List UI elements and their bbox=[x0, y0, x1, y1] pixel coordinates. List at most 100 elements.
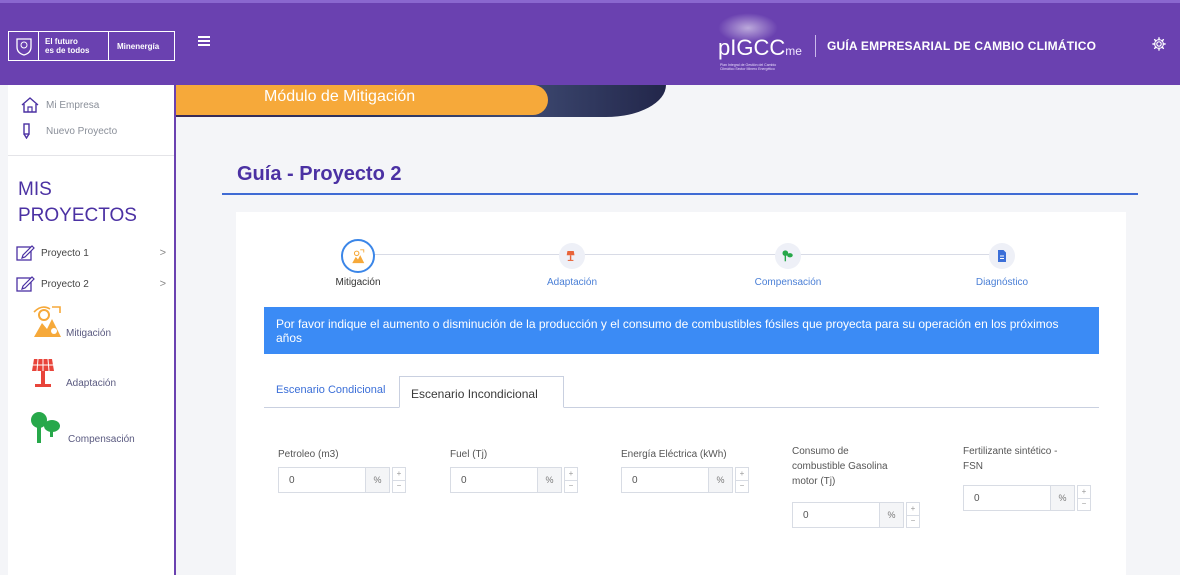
app-title: GUÍA EMPRESARIAL DE CAMBIO CLIMÁTICO bbox=[827, 39, 1097, 53]
brand-suffix: me bbox=[785, 44, 802, 58]
decrement-button[interactable]: − bbox=[1077, 498, 1091, 511]
step-label-compensacion[interactable]: Compensación bbox=[728, 277, 848, 288]
project-label: Proyecto 1 bbox=[41, 247, 89, 259]
percent-addon: % bbox=[366, 467, 390, 493]
gasolina-motor-stepper: % +− bbox=[792, 502, 920, 528]
percent-addon: % bbox=[538, 467, 562, 493]
energia-input-box[interactable] bbox=[621, 467, 709, 493]
increment-button[interactable]: + bbox=[1077, 485, 1091, 499]
petroleo-input-box[interactable] bbox=[278, 467, 366, 493]
edit-icon bbox=[16, 245, 35, 261]
sidebar-subitem-compensacion[interactable]: Compensación bbox=[30, 411, 135, 445]
top-bar: El futuro es de todos Minenergía pIGCCme… bbox=[0, 0, 1180, 85]
title-underline bbox=[222, 193, 1138, 195]
project-label: Proyecto 2 bbox=[41, 278, 89, 290]
label-line: Fertilizante sintético - bbox=[963, 446, 1058, 457]
solar-panel-icon bbox=[566, 251, 575, 261]
label-line: Consumo de bbox=[792, 446, 849, 457]
document-icon bbox=[998, 250, 1006, 262]
module-banner: Módulo de Mitigación bbox=[176, 85, 548, 115]
decrement-button[interactable]: − bbox=[564, 480, 578, 493]
spinner: + − bbox=[735, 467, 749, 493]
spinner: + − bbox=[906, 502, 920, 528]
decrement-button[interactable]: − bbox=[392, 480, 406, 493]
percent-addon: % bbox=[709, 467, 733, 493]
decrement-button[interactable]: − bbox=[906, 515, 920, 528]
solar-panel-icon bbox=[32, 358, 54, 387]
field-label-gasolina-motor: Consumo de combustible Gasolina motor (T… bbox=[792, 444, 888, 489]
fuel-input-box[interactable] bbox=[450, 467, 538, 493]
sidebar-item-label: Mi Empresa bbox=[46, 99, 100, 111]
gasolina-motor-input[interactable] bbox=[803, 509, 858, 521]
mitigation-icon bbox=[33, 306, 61, 337]
chevron-right-icon[interactable]: > bbox=[160, 247, 166, 259]
gear-icon[interactable] bbox=[1152, 37, 1168, 53]
field-label-fuel: Fuel (Tj) bbox=[450, 449, 488, 460]
brand-tagline: Plan Integral de Gestión del Cambio Clim… bbox=[720, 63, 777, 71]
step-mitigacion-button[interactable] bbox=[341, 239, 375, 273]
gasolina-input-box[interactable] bbox=[792, 502, 880, 528]
sidebar-divider bbox=[8, 155, 174, 156]
ministry-name: Minenergía bbox=[117, 41, 160, 51]
section-title-line-1: MIS bbox=[18, 179, 52, 200]
stepper-line bbox=[358, 254, 1006, 255]
futuro-slogan: El futuro es de todos bbox=[39, 32, 109, 60]
step-adaptacion-button[interactable] bbox=[559, 243, 585, 269]
energia-electrica-stepper: % +− bbox=[621, 467, 749, 493]
increment-button[interactable]: + bbox=[735, 467, 749, 481]
step-compensacion-button[interactable] bbox=[775, 243, 801, 269]
label-line: FSN bbox=[963, 461, 983, 472]
fuel-input[interactable] bbox=[461, 474, 516, 486]
sidebar-subitem-mitigacion[interactable]: Mitigación bbox=[30, 303, 111, 339]
subitem-label: Mitigación bbox=[66, 328, 112, 339]
government-logo[interactable]: El futuro es de todos Minenergía bbox=[8, 31, 175, 61]
petroleo-stepper: % +− bbox=[278, 467, 406, 493]
sidebar: Mi Empresa Nuevo Proyecto MIS PROYECTOS … bbox=[8, 85, 176, 575]
sidebar-item-proyecto-1[interactable]: Proyecto 1 > bbox=[16, 245, 166, 261]
subitem-label: Adaptación bbox=[66, 378, 117, 389]
sidebar-subitem-adaptacion[interactable]: Adaptación bbox=[30, 357, 116, 389]
increment-button[interactable]: + bbox=[906, 502, 920, 516]
trees-icon bbox=[31, 412, 60, 443]
percent-addon: % bbox=[880, 502, 904, 528]
energia-electrica-input[interactable] bbox=[632, 474, 687, 486]
tab-escenario-incondicional[interactable]: Escenario Incondicional bbox=[399, 376, 564, 408]
tabs-underline bbox=[264, 407, 1099, 408]
fuel-stepper: % +− bbox=[450, 467, 578, 493]
pencil-icon bbox=[23, 123, 30, 139]
edit-icon bbox=[16, 276, 35, 292]
pigcc-logo: pIGCCme Plan Integral de Gestión del Cam… bbox=[700, 13, 810, 83]
step-label-adaptacion[interactable]: Adaptación bbox=[512, 277, 632, 288]
chevron-right-icon[interactable]: > bbox=[160, 278, 166, 290]
coat-of-arms-icon bbox=[9, 32, 39, 60]
fertilizante-stepper: % +− bbox=[963, 485, 1091, 511]
decrement-button[interactable]: − bbox=[735, 480, 749, 493]
header-divider bbox=[815, 35, 816, 57]
tab-escenario-condicional[interactable]: Escenario Condicional bbox=[276, 384, 385, 396]
sidebar-item-mi-empresa[interactable]: Mi Empresa bbox=[20, 97, 99, 113]
menu-toggle-icon[interactable] bbox=[198, 36, 210, 46]
step-label-diagnostico[interactable]: Diagnóstico bbox=[942, 277, 1062, 288]
label-line: combustible Gasolina bbox=[792, 461, 888, 472]
trees-icon bbox=[782, 250, 793, 262]
fertilizante-input[interactable] bbox=[974, 492, 1029, 504]
spinner: + − bbox=[1077, 485, 1091, 511]
petroleo-input[interactable] bbox=[289, 474, 344, 486]
info-message: Por favor indique el aumento o disminuci… bbox=[264, 307, 1099, 354]
sidebar-item-proyecto-2[interactable]: Proyecto 2 > bbox=[16, 276, 166, 292]
fertilizante-input-box[interactable] bbox=[963, 485, 1051, 511]
home-icon bbox=[21, 97, 39, 113]
section-title-mis-proyectos: MIS PROYECTOS bbox=[18, 177, 137, 229]
page-title: Guía - Proyecto 2 bbox=[237, 163, 402, 185]
step-diagnostico-button[interactable] bbox=[989, 243, 1015, 269]
step-label-mitigacion[interactable]: Mitigación bbox=[298, 277, 418, 288]
sidebar-item-nuevo-proyecto[interactable]: Nuevo Proyecto bbox=[20, 123, 117, 139]
increment-button[interactable]: + bbox=[392, 467, 406, 481]
section-title-line-2: PROYECTOS bbox=[18, 205, 137, 226]
brand-name: pIGCC bbox=[718, 35, 786, 60]
increment-button[interactable]: + bbox=[564, 467, 578, 481]
spinner: + − bbox=[392, 467, 406, 493]
slogan-line-2: es de todos bbox=[45, 46, 90, 55]
field-label-fertilizante: Fertilizante sintético - FSN bbox=[963, 444, 1057, 474]
sidebar-item-label: Nuevo Proyecto bbox=[46, 125, 118, 137]
